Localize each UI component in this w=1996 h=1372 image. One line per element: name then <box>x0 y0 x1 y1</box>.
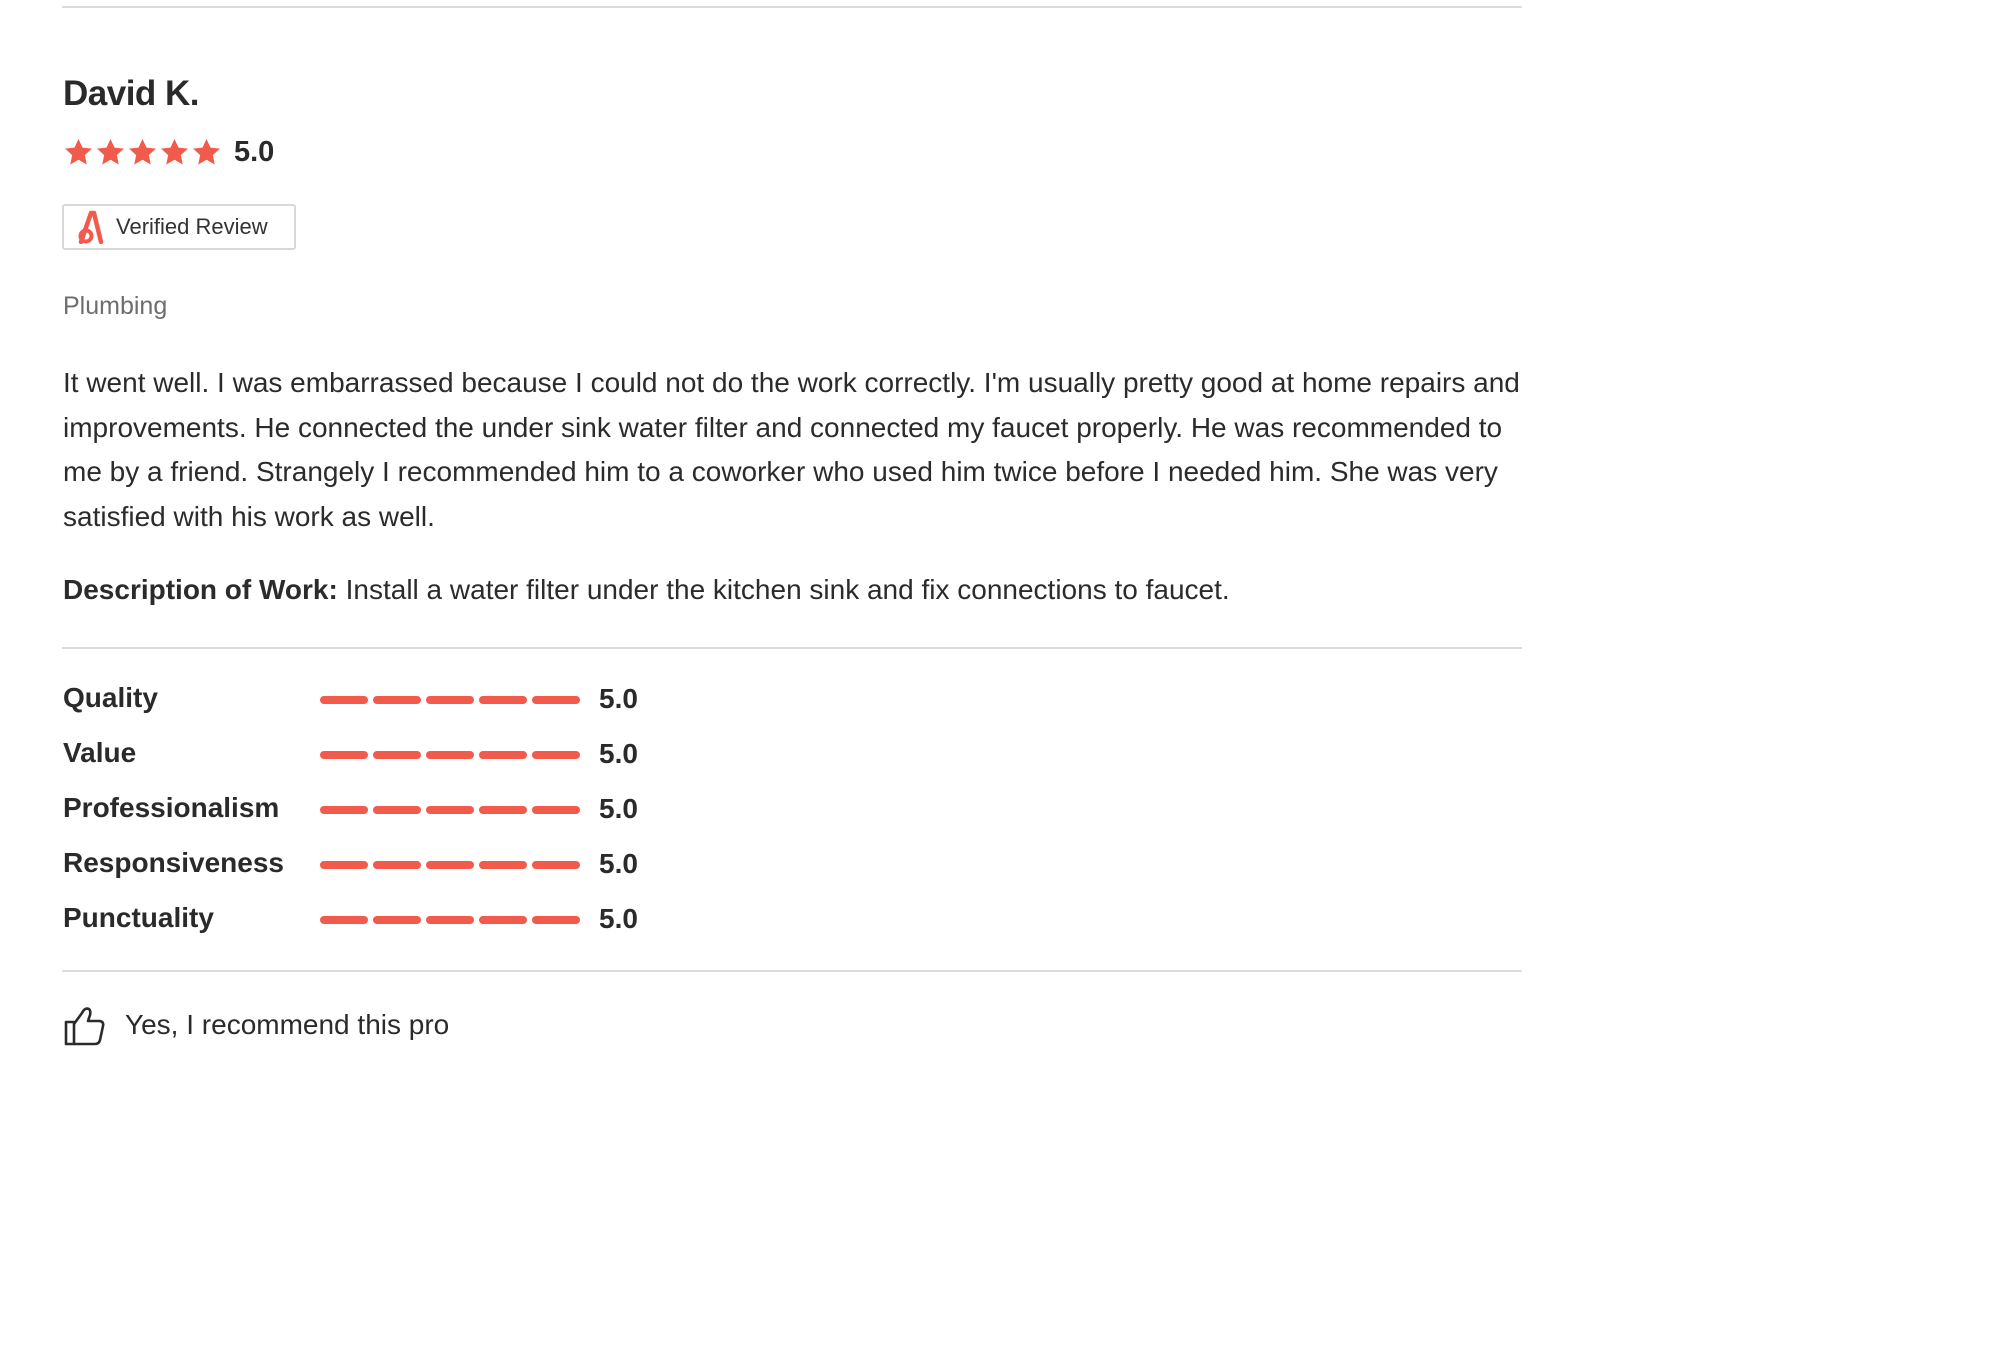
rating-value: 5.0 <box>599 738 638 769</box>
rating-bar-segment <box>320 861 368 869</box>
star-rating <box>63 137 222 168</box>
overall-rating-value: 5.0 <box>234 136 275 168</box>
rating-bar-segment <box>373 806 421 814</box>
rating-bar-segment <box>373 696 421 704</box>
star-icon <box>65 138 92 165</box>
top-divider <box>62 6 1522 8</box>
rating-bar-segment <box>479 916 527 924</box>
star-icon <box>129 138 156 165</box>
rating-bar-segment <box>479 696 527 704</box>
service-category: Plumbing <box>63 292 168 320</box>
verified-review-badge: Verified Review <box>62 204 296 250</box>
rating-bar-segment <box>426 696 474 704</box>
rating-bar <box>320 916 580 924</box>
rating-bar-segment <box>479 806 527 814</box>
recommendation: Yes, I recommend this pro <box>63 1004 449 1046</box>
rating-bar-segment <box>320 916 368 924</box>
rating-bar-segment <box>532 806 580 814</box>
rating-value: 5.0 <box>599 683 638 714</box>
work-text: Install a water filter under the kitchen… <box>345 574 1230 605</box>
reviewer-name: David K. <box>63 74 200 113</box>
rating-bar-segment <box>320 806 368 814</box>
rating-value: 5.0 <box>599 793 638 824</box>
recommend-text: Yes, I recommend this pro <box>125 1009 450 1040</box>
rating-label: Responsiveness <box>63 847 284 878</box>
rating-bar-segment <box>320 751 368 759</box>
review-body: It went well. I was embarrassed because … <box>63 367 1520 533</box>
rating-bar <box>320 696 580 704</box>
angi-logo-icon <box>78 210 104 244</box>
rating-bar-segment <box>373 751 421 759</box>
star-icon <box>193 138 220 165</box>
rating-label: Punctuality <box>63 902 214 933</box>
rating-bar <box>320 806 580 814</box>
rating-bar-segment <box>373 916 421 924</box>
rating-label: Quality <box>63 682 158 713</box>
rating-bar-segment <box>532 696 580 704</box>
rating-bar-segment <box>426 806 474 814</box>
rating-bar-segment <box>426 916 474 924</box>
rating-bar-segment <box>532 751 580 759</box>
verified-review-label: Verified Review <box>116 214 268 239</box>
description-of-work: Description of Work: Install a water fil… <box>63 574 1230 606</box>
rating-bar-segment <box>532 861 580 869</box>
rating-bar-segment <box>373 861 421 869</box>
rating-bar-segment <box>479 751 527 759</box>
rating-bar <box>320 751 580 759</box>
rating-label: Professionalism <box>63 792 280 823</box>
overall-rating: 5.0 <box>63 136 274 169</box>
review-card: David K. 5.0 Verified Review Plumbing It… <box>0 0 1996 1372</box>
rating-bar-segment <box>532 916 580 924</box>
star-icon <box>161 138 188 165</box>
rating-value: 5.0 <box>599 903 638 934</box>
thumbs-up-icon <box>64 1007 105 1046</box>
work-label: Description of Work: <box>63 574 338 605</box>
ratings-top-divider <box>62 647 1522 649</box>
rating-bar-segment <box>320 696 368 704</box>
rating-bar-segment <box>426 751 474 759</box>
rating-value: 5.0 <box>599 848 638 879</box>
rating-bar-segment <box>479 861 527 869</box>
ratings-bottom-divider <box>62 970 1522 972</box>
rating-label: Value <box>63 737 137 768</box>
rating-bar <box>320 861 580 869</box>
rating-bar-segment <box>426 861 474 869</box>
star-icon <box>97 138 124 165</box>
